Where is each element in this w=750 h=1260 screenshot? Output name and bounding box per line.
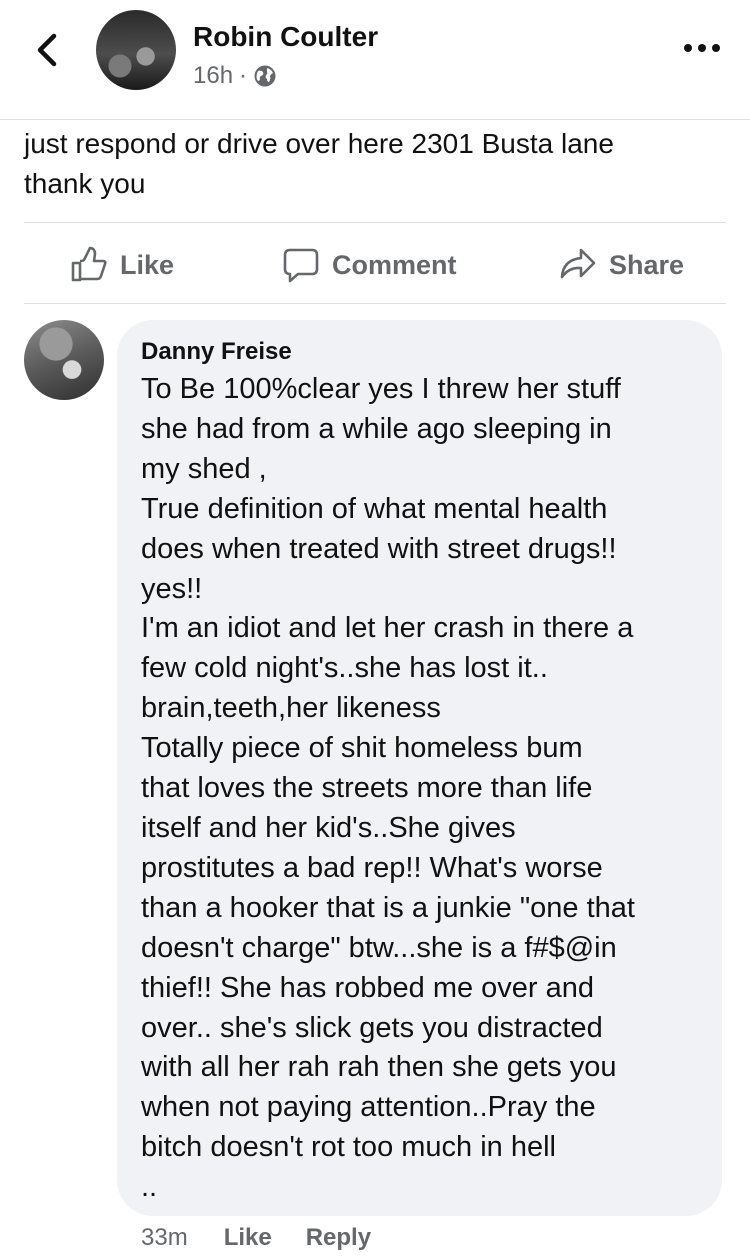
comment-reply-button[interactable]: Reply — [306, 1224, 371, 1252]
comment-line: To Be 100%clear yes I threw her stuff — [141, 373, 621, 405]
post-page: Robin Coulter 16h · just respond or driv… — [0, 0, 750, 1260]
meta-separator: · — [239, 62, 248, 89]
comment-line: few cold night's..she has lost it.. — [141, 652, 548, 685]
post-author-name[interactable]: Robin Coulter — [193, 21, 378, 53]
commenter-avatar[interactable] — [24, 320, 104, 400]
comment-like-button[interactable]: Like — [224, 1224, 272, 1252]
like-button[interactable]: Like — [70, 245, 174, 285]
like-label: Like — [120, 249, 175, 280]
post-header: Robin Coulter 16h · — [0, 0, 750, 120]
comment-line: yes!! — [141, 572, 203, 605]
comment-line: doesn't charge" btw...she is a f#$@in — [141, 931, 617, 964]
chevron-left-icon[interactable] — [30, 32, 66, 68]
post-text: just respond or drive over here 2301 Bus… — [24, 124, 724, 204]
comment-label: Comment — [332, 249, 457, 280]
comment-line: than a hooker that is a junkie "one that — [141, 891, 635, 924]
comment-line: does when treated with street drugs!! — [141, 532, 617, 565]
comment-button[interactable]: Comment — [282, 245, 457, 285]
comment-line: when not paying attention..Pray the — [141, 1091, 596, 1124]
comment-line: bitch doesn't rot too much in hell — [141, 1131, 556, 1164]
comment-line: with all her rah rah then she gets you — [141, 1051, 617, 1084]
comment-line: prostitutes a bad rep!! What's worse — [141, 851, 603, 884]
share-label: Share — [609, 249, 685, 280]
comment-line: I'm an idiot and let her crash in there … — [141, 612, 634, 645]
share-arrow-icon — [560, 248, 596, 279]
comment-line: brain,teeth,her likeness — [141, 692, 441, 725]
comment-line: that loves the streets more than life — [141, 772, 593, 805]
post-meta: 16h · — [193, 62, 277, 90]
speech-bubble-icon — [283, 248, 319, 283]
thumbs-up-icon — [71, 246, 107, 282]
comment-line: she had from a while ago sleeping in — [141, 412, 612, 445]
post-time[interactable]: 16h — [193, 62, 233, 90]
post-text-line: thank you — [24, 168, 146, 199]
comment-time[interactable]: 33m — [141, 1224, 188, 1252]
comment-line: .. — [141, 1171, 158, 1204]
post-actions-bar: Like Comment Share — [24, 222, 726, 304]
comment-line: my shed , — [141, 452, 267, 485]
comment-line: itself and her kid's..She gives — [141, 811, 516, 844]
post-text-line: just respond or drive over here 2301 Bus… — [24, 128, 614, 159]
comment-line: True definition of what mental health — [141, 492, 608, 525]
share-button[interactable]: Share — [559, 245, 684, 285]
author-avatar[interactable] — [96, 10, 176, 90]
comment-footer: 33m Like Reply — [141, 1224, 371, 1252]
comment-line: over.. she's slick gets you distracted — [141, 1011, 603, 1044]
comment-author-name[interactable]: Danny Freise — [141, 338, 292, 366]
comment-line: thief!! She has robbed me over and — [141, 971, 595, 1004]
globe-icon[interactable] — [253, 64, 277, 88]
more-horizontal-icon[interactable] — [680, 36, 724, 60]
comment-text: To Be 100%clear yes I threw her stuff sh… — [141, 370, 711, 1208]
comment-bubble: Danny Freise To Be 100%clear yes I threw… — [117, 320, 722, 1216]
comment-line: Totally piece of shit homeless bum — [141, 732, 583, 765]
